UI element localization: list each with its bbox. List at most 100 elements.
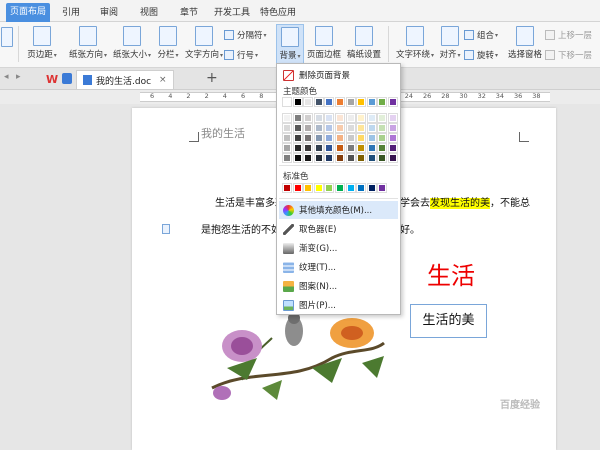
theme-color-swatch[interactable] xyxy=(377,113,388,123)
theme-color-swatch[interactable] xyxy=(388,113,398,123)
margins-button[interactable]: 页边距▾ xyxy=(22,26,62,60)
tab-developer-tools[interactable]: 开发工具 xyxy=(210,4,254,22)
theme-color-swatch[interactable] xyxy=(303,123,314,133)
theme-color-swatch[interactable] xyxy=(335,133,345,143)
more-fill-colors-item[interactable]: 其他填充颜色(M)... xyxy=(279,201,398,219)
pattern-item[interactable]: 图案(N)... xyxy=(279,277,398,295)
bring-forward-button[interactable]: 上移一层 xyxy=(545,29,592,41)
standard-color-swatch[interactable] xyxy=(377,183,388,193)
theme-color-swatch[interactable] xyxy=(388,143,398,153)
theme-color-swatch[interactable] xyxy=(292,123,303,133)
theme-color-swatch[interactable] xyxy=(282,123,292,133)
theme-color-swatch[interactable] xyxy=(324,153,335,163)
theme-color-swatch[interactable] xyxy=(366,133,377,143)
document-margin-icon[interactable] xyxy=(162,224,170,234)
standard-color-swatch[interactable] xyxy=(282,183,292,193)
theme-color-swatch[interactable] xyxy=(313,133,324,143)
columns-button[interactable]: 分栏▾ xyxy=(153,26,183,60)
theme-color-swatch[interactable] xyxy=(345,133,356,143)
theme-color-swatch[interactable] xyxy=(324,143,335,153)
theme-color-swatch[interactable] xyxy=(356,153,367,163)
rotate-button[interactable]: 旋转 ▾ xyxy=(464,49,498,61)
add-tab-icon[interactable]: + xyxy=(206,70,218,86)
nav-back-icon[interactable]: ◂ xyxy=(4,72,9,82)
theme-color-swatch[interactable] xyxy=(313,143,324,153)
theme-color-swatch[interactable] xyxy=(313,113,324,123)
theme-color-swatch[interactable] xyxy=(335,143,345,153)
theme-color-swatch[interactable] xyxy=(292,133,303,143)
theme-color-swatch[interactable] xyxy=(345,143,356,153)
body-line-1-start[interactable]: 生活是丰富多彩 xyxy=(215,194,285,209)
theme-color-swatch[interactable] xyxy=(356,97,367,107)
theme-color-swatch[interactable] xyxy=(303,113,314,123)
theme-color-swatch[interactable] xyxy=(388,97,398,107)
theme-color-swatch[interactable] xyxy=(303,97,314,107)
theme-color-swatch[interactable] xyxy=(324,133,335,143)
theme-color-swatch[interactable] xyxy=(324,123,335,133)
gradient-item[interactable]: 渐变(G)... xyxy=(279,239,398,257)
body-line-1-middle[interactable]: 学会去发现生活的美，不能总 xyxy=(400,194,530,209)
standard-color-swatch[interactable] xyxy=(345,183,356,193)
theme-color-swatch[interactable] xyxy=(324,113,335,123)
theme-color-swatch[interactable] xyxy=(345,153,356,163)
theme-color-swatch[interactable] xyxy=(303,133,314,143)
page-header-text[interactable]: 我的生活 xyxy=(201,125,245,141)
theme-color-swatch[interactable] xyxy=(345,113,356,123)
theme-color-swatch[interactable] xyxy=(356,123,367,133)
eyedropper-item[interactable]: 取色器(E) xyxy=(279,220,398,238)
theme-color-swatch[interactable] xyxy=(282,153,292,163)
standard-color-swatch[interactable] xyxy=(324,183,335,193)
left-partial-button[interactable] xyxy=(0,27,14,49)
theme-color-swatch[interactable] xyxy=(313,123,324,133)
theme-color-swatch[interactable] xyxy=(356,143,367,153)
theme-color-swatch[interactable] xyxy=(335,113,345,123)
texture-item[interactable]: 纹理(T)... xyxy=(279,258,398,276)
theme-color-swatch[interactable] xyxy=(366,113,377,123)
tab-page-layout[interactable]: 页面布局 xyxy=(6,3,51,22)
theme-color-swatch[interactable] xyxy=(313,97,324,107)
standard-color-swatch[interactable] xyxy=(313,183,324,193)
tab-special-apps[interactable]: 特色应用 xyxy=(256,4,300,22)
standard-color-swatch[interactable] xyxy=(366,183,377,193)
page-border-button[interactable]: 页面边框 xyxy=(306,26,342,60)
theme-color-swatch[interactable] xyxy=(292,97,303,107)
wps-logo-icon[interactable]: W xyxy=(46,73,58,86)
paper-setup-button[interactable]: 稿纸设置 xyxy=(346,26,382,60)
nav-forward-icon[interactable]: ▸ xyxy=(16,72,21,82)
theme-color-swatch[interactable] xyxy=(324,97,335,107)
group-button[interactable]: 组合 ▾ xyxy=(464,29,498,41)
wrap-text-button[interactable]: 文字环绕▾ xyxy=(392,26,438,60)
remove-background-item[interactable]: 删除页面背景 xyxy=(279,66,398,84)
theme-color-swatch[interactable] xyxy=(356,133,367,143)
line-number-button[interactable]: 行号 ▾ xyxy=(224,49,258,61)
theme-color-swatch[interactable] xyxy=(377,143,388,153)
send-backward-button[interactable]: 下移一层 xyxy=(545,49,592,61)
theme-color-swatch[interactable] xyxy=(335,153,345,163)
theme-color-swatch[interactable] xyxy=(388,123,398,133)
theme-color-swatch[interactable] xyxy=(282,133,292,143)
theme-color-swatch[interactable] xyxy=(335,97,345,107)
theme-color-swatch[interactable] xyxy=(292,153,303,163)
close-icon[interactable]: × xyxy=(159,75,167,85)
theme-color-swatch[interactable] xyxy=(388,153,398,163)
red-title-text[interactable]: 生活 xyxy=(427,256,475,291)
theme-color-swatch[interactable] xyxy=(282,113,292,123)
theme-color-swatch[interactable] xyxy=(377,97,388,107)
paper-size-button[interactable]: 纸张大小▾ xyxy=(110,26,154,60)
tab-references[interactable]: 引用 xyxy=(58,4,84,22)
theme-color-swatch[interactable] xyxy=(313,153,324,163)
standard-color-swatch[interactable] xyxy=(292,183,303,193)
doc-tab-my-life[interactable]: 我的生活.doc × xyxy=(76,70,174,89)
theme-color-swatch[interactable] xyxy=(303,143,314,153)
selection-pane-button[interactable]: 选择窗格 xyxy=(505,26,545,60)
theme-color-swatch[interactable] xyxy=(377,133,388,143)
theme-color-swatch[interactable] xyxy=(377,153,388,163)
tab-review[interactable]: 审阅 xyxy=(96,4,122,22)
orientation-button[interactable]: 纸张方向▾ xyxy=(66,26,110,60)
textbox[interactable]: 生活的美 xyxy=(410,304,487,338)
standard-color-swatch[interactable] xyxy=(303,183,314,193)
theme-color-swatch[interactable] xyxy=(282,97,292,107)
separator-button[interactable]: 分隔符 ▾ xyxy=(224,29,267,41)
text-direction-button[interactable]: 文字方向▾ xyxy=(182,26,226,60)
tab-chapter[interactable]: 章节 xyxy=(176,4,202,22)
